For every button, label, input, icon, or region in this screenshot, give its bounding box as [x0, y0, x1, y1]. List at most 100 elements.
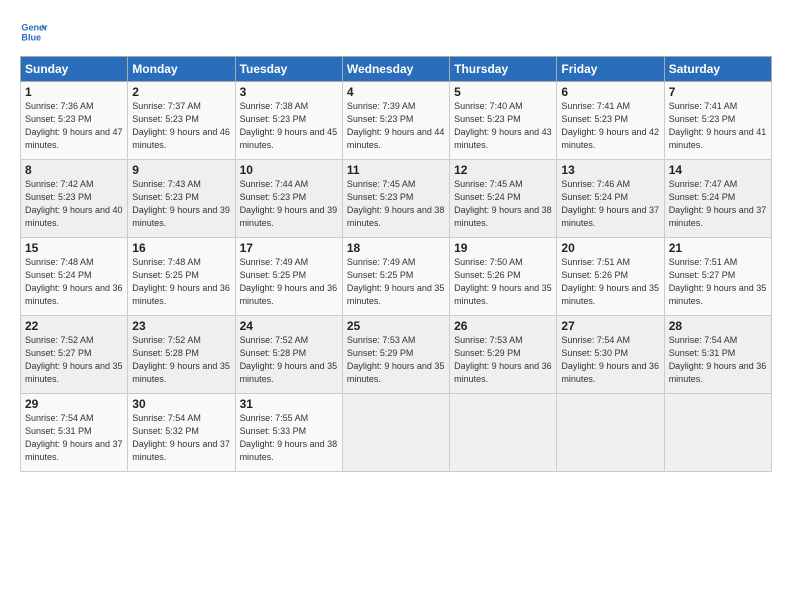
header: General Blue — [20, 18, 772, 46]
calendar-cell: 7 Sunrise: 7:41 AMSunset: 5:23 PMDayligh… — [664, 82, 771, 160]
day-info: Sunrise: 7:53 AMSunset: 5:29 PMDaylight:… — [454, 335, 552, 384]
calendar-cell: 22 Sunrise: 7:52 AMSunset: 5:27 PMDaylig… — [21, 316, 128, 394]
calendar-cell — [342, 394, 449, 472]
calendar-cell: 13 Sunrise: 7:46 AMSunset: 5:24 PMDaylig… — [557, 160, 664, 238]
day-number: 8 — [25, 163, 123, 177]
day-number: 15 — [25, 241, 123, 255]
day-info: Sunrise: 7:54 AMSunset: 5:30 PMDaylight:… — [561, 335, 659, 384]
calendar-cell: 17 Sunrise: 7:49 AMSunset: 5:25 PMDaylig… — [235, 238, 342, 316]
calendar-cell: 8 Sunrise: 7:42 AMSunset: 5:23 PMDayligh… — [21, 160, 128, 238]
calendar-body: 1 Sunrise: 7:36 AMSunset: 5:23 PMDayligh… — [21, 82, 772, 472]
calendar-cell: 6 Sunrise: 7:41 AMSunset: 5:23 PMDayligh… — [557, 82, 664, 160]
day-info: Sunrise: 7:47 AMSunset: 5:24 PMDaylight:… — [669, 179, 767, 228]
day-number: 28 — [669, 319, 767, 333]
col-header-tuesday: Tuesday — [235, 57, 342, 82]
calendar-cell: 2 Sunrise: 7:37 AMSunset: 5:23 PMDayligh… — [128, 82, 235, 160]
day-info: Sunrise: 7:41 AMSunset: 5:23 PMDaylight:… — [669, 101, 767, 150]
day-number: 6 — [561, 85, 659, 99]
calendar-cell: 10 Sunrise: 7:44 AMSunset: 5:23 PMDaylig… — [235, 160, 342, 238]
day-number: 2 — [132, 85, 230, 99]
calendar-cell: 15 Sunrise: 7:48 AMSunset: 5:24 PMDaylig… — [21, 238, 128, 316]
day-number: 4 — [347, 85, 445, 99]
day-number: 11 — [347, 163, 445, 177]
day-info: Sunrise: 7:51 AMSunset: 5:26 PMDaylight:… — [561, 257, 659, 306]
day-info: Sunrise: 7:38 AMSunset: 5:23 PMDaylight:… — [240, 101, 338, 150]
calendar-week-2: 15 Sunrise: 7:48 AMSunset: 5:24 PMDaylig… — [21, 238, 772, 316]
day-info: Sunrise: 7:49 AMSunset: 5:25 PMDaylight:… — [347, 257, 445, 306]
day-number: 1 — [25, 85, 123, 99]
day-number: 26 — [454, 319, 552, 333]
day-info: Sunrise: 7:48 AMSunset: 5:25 PMDaylight:… — [132, 257, 230, 306]
calendar-cell — [557, 394, 664, 472]
calendar-cell: 3 Sunrise: 7:38 AMSunset: 5:23 PMDayligh… — [235, 82, 342, 160]
day-info: Sunrise: 7:48 AMSunset: 5:24 PMDaylight:… — [25, 257, 123, 306]
calendar-cell: 9 Sunrise: 7:43 AMSunset: 5:23 PMDayligh… — [128, 160, 235, 238]
calendar-cell — [450, 394, 557, 472]
calendar-header-row: SundayMondayTuesdayWednesdayThursdayFrid… — [21, 57, 772, 82]
day-number: 27 — [561, 319, 659, 333]
day-info: Sunrise: 7:45 AMSunset: 5:23 PMDaylight:… — [347, 179, 445, 228]
day-number: 22 — [25, 319, 123, 333]
day-number: 30 — [132, 397, 230, 411]
day-info: Sunrise: 7:43 AMSunset: 5:23 PMDaylight:… — [132, 179, 230, 228]
day-info: Sunrise: 7:45 AMSunset: 5:24 PMDaylight:… — [454, 179, 552, 228]
day-info: Sunrise: 7:51 AMSunset: 5:27 PMDaylight:… — [669, 257, 767, 306]
calendar-cell: 12 Sunrise: 7:45 AMSunset: 5:24 PMDaylig… — [450, 160, 557, 238]
svg-text:Blue: Blue — [21, 32, 41, 42]
day-number: 9 — [132, 163, 230, 177]
day-info: Sunrise: 7:54 AMSunset: 5:31 PMDaylight:… — [669, 335, 767, 384]
day-number: 31 — [240, 397, 338, 411]
day-number: 13 — [561, 163, 659, 177]
col-header-wednesday: Wednesday — [342, 57, 449, 82]
day-info: Sunrise: 7:52 AMSunset: 5:28 PMDaylight:… — [240, 335, 338, 384]
day-number: 19 — [454, 241, 552, 255]
day-info: Sunrise: 7:39 AMSunset: 5:23 PMDaylight:… — [347, 101, 445, 150]
day-number: 20 — [561, 241, 659, 255]
day-number: 23 — [132, 319, 230, 333]
col-header-saturday: Saturday — [664, 57, 771, 82]
calendar-cell: 18 Sunrise: 7:49 AMSunset: 5:25 PMDaylig… — [342, 238, 449, 316]
calendar-cell: 23 Sunrise: 7:52 AMSunset: 5:28 PMDaylig… — [128, 316, 235, 394]
day-number: 10 — [240, 163, 338, 177]
calendar-cell: 27 Sunrise: 7:54 AMSunset: 5:30 PMDaylig… — [557, 316, 664, 394]
day-number: 16 — [132, 241, 230, 255]
day-info: Sunrise: 7:50 AMSunset: 5:26 PMDaylight:… — [454, 257, 552, 306]
day-info: Sunrise: 7:41 AMSunset: 5:23 PMDaylight:… — [561, 101, 659, 150]
calendar-table: SundayMondayTuesdayWednesdayThursdayFrid… — [20, 56, 772, 472]
day-number: 21 — [669, 241, 767, 255]
day-info: Sunrise: 7:40 AMSunset: 5:23 PMDaylight:… — [454, 101, 552, 150]
day-info: Sunrise: 7:53 AMSunset: 5:29 PMDaylight:… — [347, 335, 445, 384]
calendar-cell: 29 Sunrise: 7:54 AMSunset: 5:31 PMDaylig… — [21, 394, 128, 472]
day-info: Sunrise: 7:46 AMSunset: 5:24 PMDaylight:… — [561, 179, 659, 228]
day-number: 3 — [240, 85, 338, 99]
calendar-cell: 4 Sunrise: 7:39 AMSunset: 5:23 PMDayligh… — [342, 82, 449, 160]
day-info: Sunrise: 7:36 AMSunset: 5:23 PMDaylight:… — [25, 101, 123, 150]
calendar-cell: 14 Sunrise: 7:47 AMSunset: 5:24 PMDaylig… — [664, 160, 771, 238]
calendar-cell: 28 Sunrise: 7:54 AMSunset: 5:31 PMDaylig… — [664, 316, 771, 394]
calendar-cell: 20 Sunrise: 7:51 AMSunset: 5:26 PMDaylig… — [557, 238, 664, 316]
calendar-week-1: 8 Sunrise: 7:42 AMSunset: 5:23 PMDayligh… — [21, 160, 772, 238]
calendar-cell: 25 Sunrise: 7:53 AMSunset: 5:29 PMDaylig… — [342, 316, 449, 394]
calendar-week-4: 29 Sunrise: 7:54 AMSunset: 5:31 PMDaylig… — [21, 394, 772, 472]
col-header-monday: Monday — [128, 57, 235, 82]
day-info: Sunrise: 7:55 AMSunset: 5:33 PMDaylight:… — [240, 413, 338, 462]
calendar-cell: 16 Sunrise: 7:48 AMSunset: 5:25 PMDaylig… — [128, 238, 235, 316]
calendar-cell: 11 Sunrise: 7:45 AMSunset: 5:23 PMDaylig… — [342, 160, 449, 238]
logo: General Blue — [20, 18, 52, 46]
page-container: General Blue SundayMondayTuesdayWednesda… — [0, 0, 792, 484]
calendar-cell: 31 Sunrise: 7:55 AMSunset: 5:33 PMDaylig… — [235, 394, 342, 472]
day-number: 17 — [240, 241, 338, 255]
day-info: Sunrise: 7:52 AMSunset: 5:27 PMDaylight:… — [25, 335, 123, 384]
day-number: 25 — [347, 319, 445, 333]
calendar-week-3: 22 Sunrise: 7:52 AMSunset: 5:27 PMDaylig… — [21, 316, 772, 394]
day-number: 29 — [25, 397, 123, 411]
calendar-cell: 21 Sunrise: 7:51 AMSunset: 5:27 PMDaylig… — [664, 238, 771, 316]
col-header-thursday: Thursday — [450, 57, 557, 82]
day-info: Sunrise: 7:54 AMSunset: 5:31 PMDaylight:… — [25, 413, 123, 462]
day-number: 7 — [669, 85, 767, 99]
day-number: 5 — [454, 85, 552, 99]
col-header-friday: Friday — [557, 57, 664, 82]
day-info: Sunrise: 7:49 AMSunset: 5:25 PMDaylight:… — [240, 257, 338, 306]
day-number: 24 — [240, 319, 338, 333]
day-number: 12 — [454, 163, 552, 177]
